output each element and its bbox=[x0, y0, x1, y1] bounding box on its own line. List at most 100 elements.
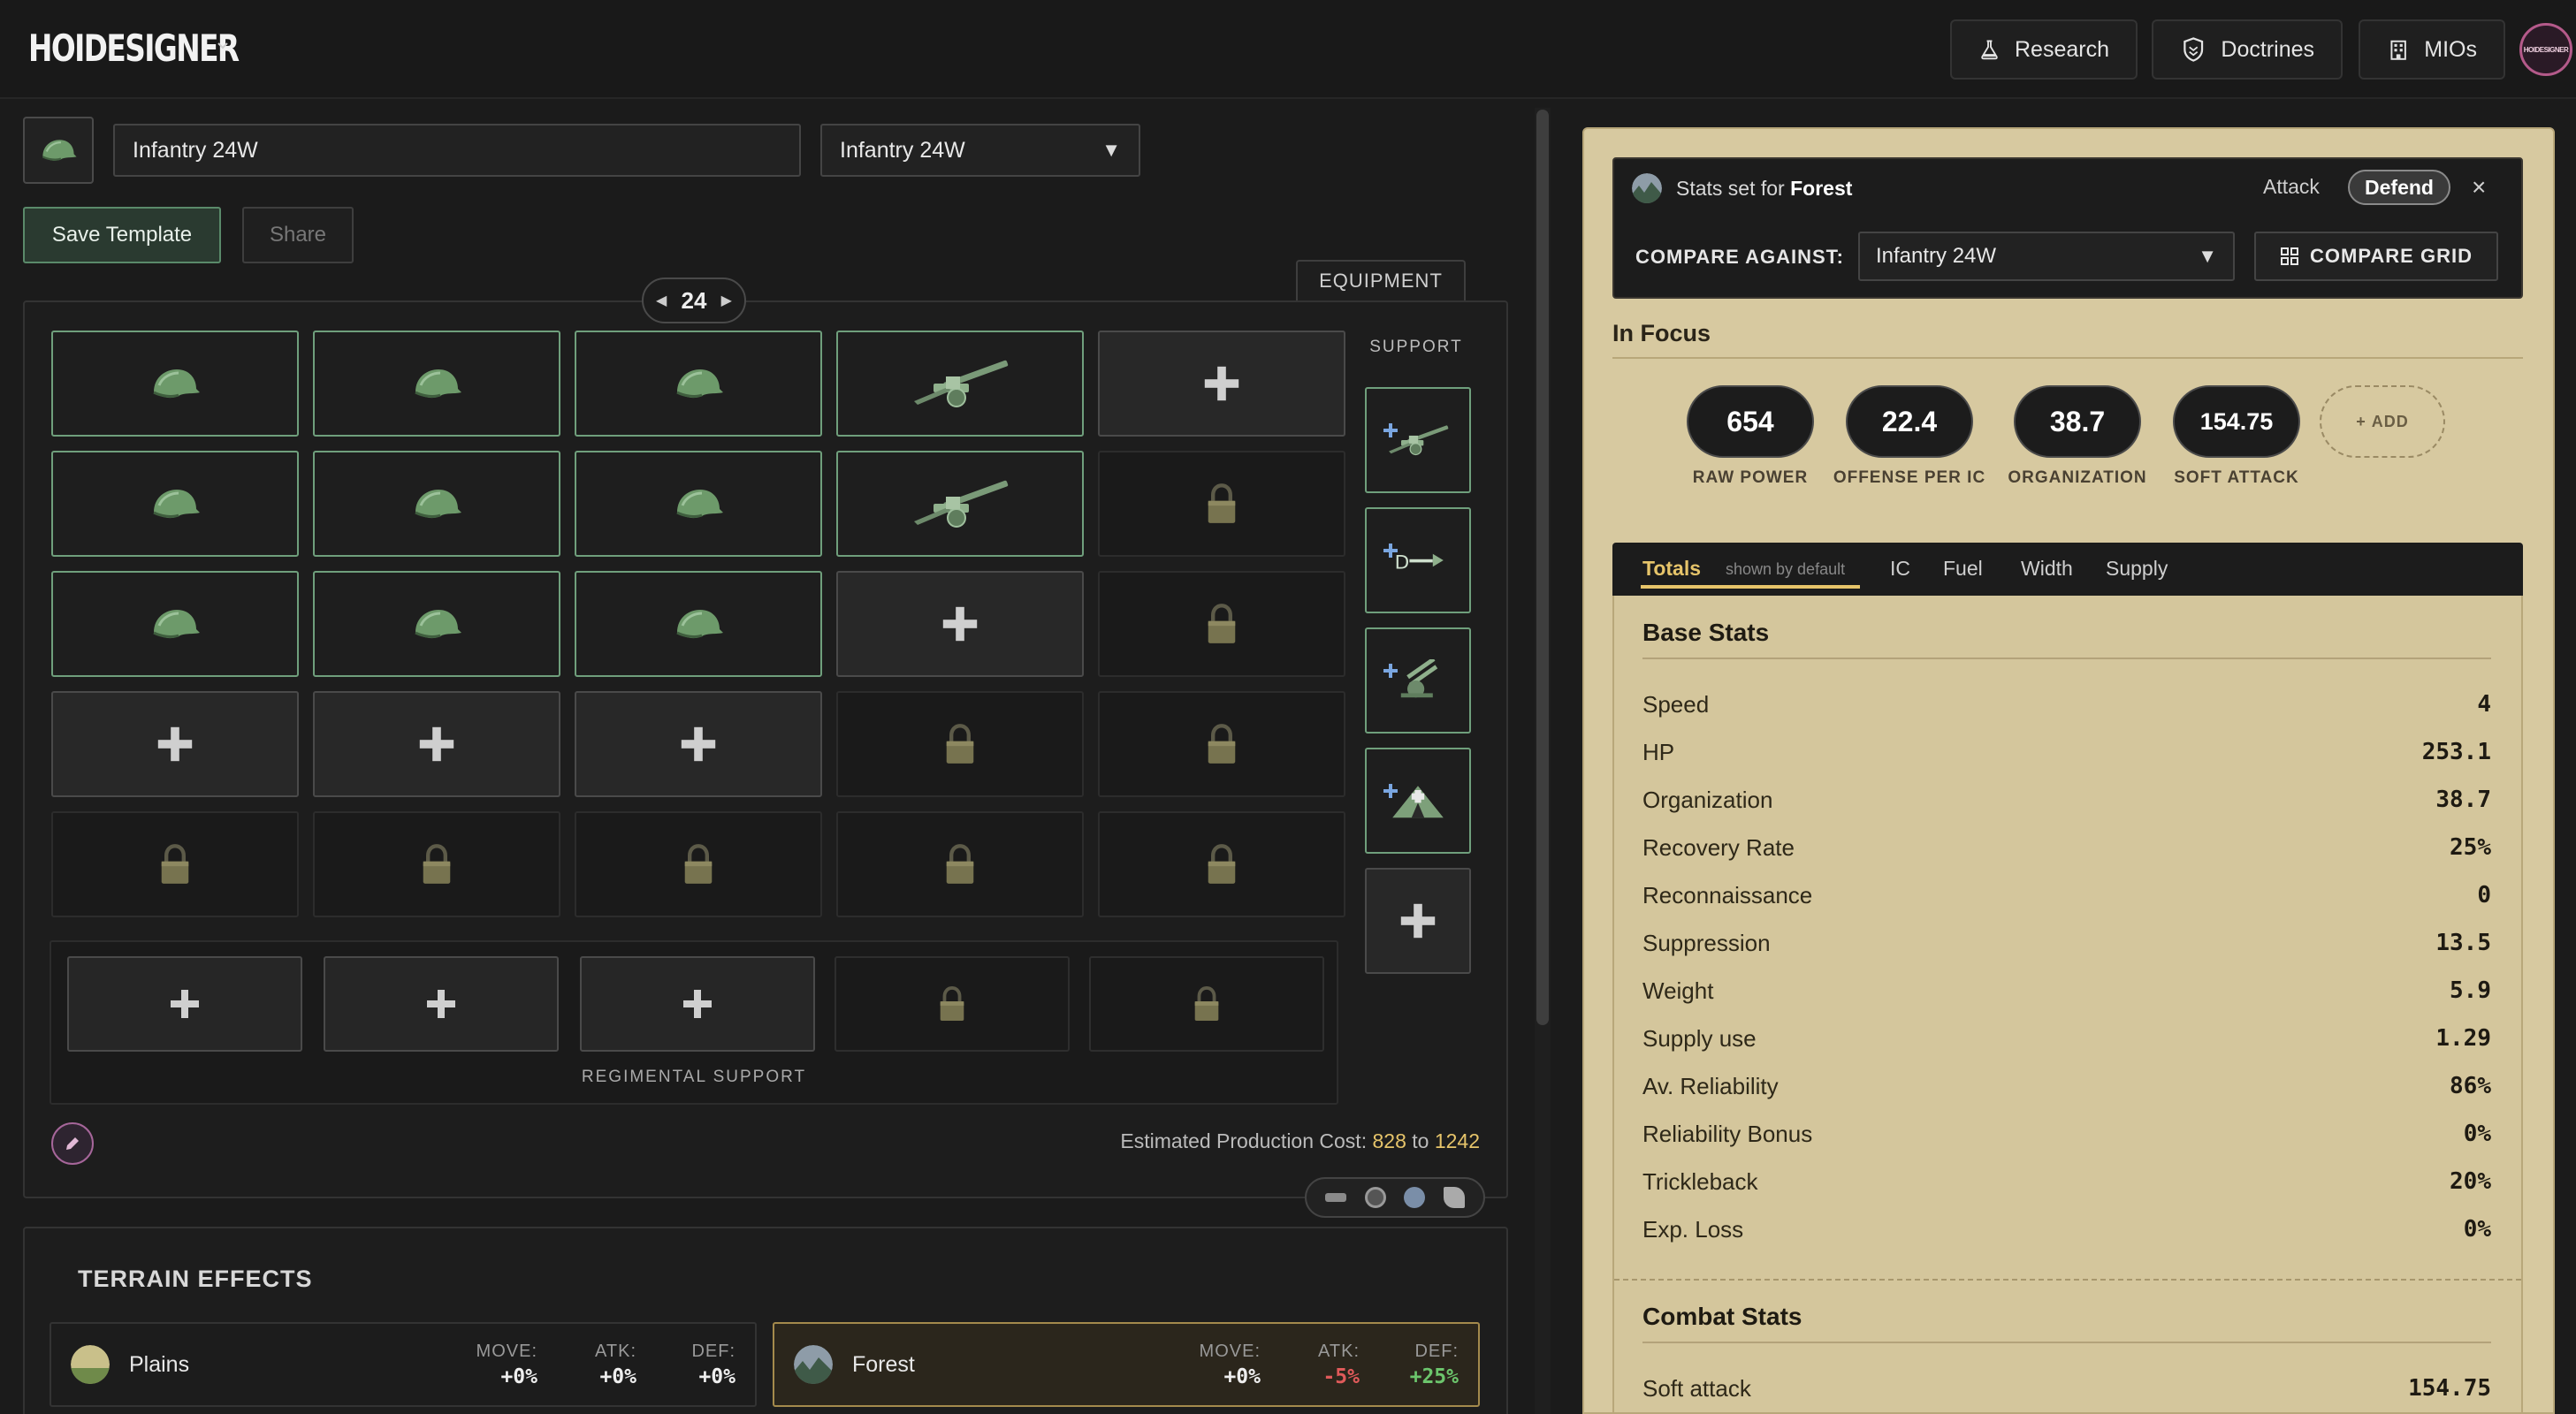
support-slot-support-anti-air[interactable] bbox=[1365, 627, 1471, 734]
chevron-right-icon[interactable]: ▶ bbox=[721, 292, 732, 309]
compare-grid-button[interactable]: COMPARE GRID bbox=[2254, 232, 2498, 281]
battalion-slot-locked bbox=[836, 811, 1084, 917]
helmet-icon bbox=[410, 366, 463, 401]
stats-set-for: Stats set for Forest bbox=[1676, 177, 1852, 201]
plane-icon[interactable] bbox=[1324, 1193, 1346, 1202]
stat-value: 4 bbox=[2477, 691, 2491, 718]
focus-label-organization: ORGANIZATION bbox=[2008, 468, 2147, 487]
lock-icon bbox=[1202, 603, 1241, 645]
ship-icon[interactable] bbox=[1404, 1187, 1426, 1208]
edit-button[interactable] bbox=[51, 1122, 94, 1165]
terrain-defense: DEF: +0% bbox=[636, 1342, 735, 1388]
focus-pill-soft-attack[interactable]: 154.75 bbox=[2173, 385, 2300, 458]
close-icon[interactable]: × bbox=[2472, 173, 2486, 201]
battalion-slot-infantry[interactable] bbox=[313, 571, 560, 677]
terrain-card-plains[interactable]: Plains MOVE: +0% ATK: +0% DEF: +0% bbox=[50, 1322, 757, 1407]
terrain-card-forest[interactable]: Forest MOVE: +0% ATK: -5% DEF: +25% bbox=[773, 1322, 1480, 1407]
regimental-slot-empty[interactable] bbox=[580, 956, 815, 1052]
regimental-slot-empty[interactable] bbox=[324, 956, 559, 1052]
stat-row: Exp. Loss 0% bbox=[1642, 1216, 2491, 1243]
battalion-slot-artillery[interactable] bbox=[836, 331, 1084, 437]
support-slot-support-artillery[interactable] bbox=[1365, 387, 1471, 493]
tab-equipment[interactable]: EQUIPMENT bbox=[1296, 260, 1466, 300]
battalion-slot-empty[interactable] bbox=[836, 571, 1084, 677]
doctrines-button[interactable]: Doctrines bbox=[2152, 19, 2343, 80]
battalion-slot-infantry[interactable] bbox=[313, 451, 560, 557]
stat-label: Trickleback bbox=[1642, 1168, 1758, 1195]
stat-label: Supply use bbox=[1642, 1025, 1757, 1052]
battalion-slot-infantry[interactable] bbox=[51, 571, 299, 677]
focus-pill-raw-power[interactable]: 654 bbox=[1687, 385, 1814, 458]
mios-button[interactable]: MIOs bbox=[2359, 19, 2505, 80]
battalion-slot-locked bbox=[1098, 691, 1345, 797]
stat-label: Reconnaissance bbox=[1642, 882, 1813, 908]
save-template-button[interactable]: Save Template bbox=[23, 207, 221, 263]
tab-totals[interactable]: Totals bbox=[1642, 557, 1701, 581]
battalion-slot-empty[interactable] bbox=[51, 691, 299, 797]
regimental-support-label: REGIMENTAL SUPPORT bbox=[581, 1068, 807, 1086]
attack-toggle[interactable]: Attack bbox=[2263, 175, 2320, 199]
plus-icon bbox=[423, 986, 459, 1022]
battalion-slot-infantry[interactable] bbox=[51, 331, 299, 437]
lock-icon bbox=[1202, 723, 1241, 765]
wing-icon[interactable] bbox=[1444, 1187, 1466, 1208]
battalion-slot-infantry[interactable] bbox=[313, 331, 560, 437]
focus-pill-organization[interactable]: 38.7 bbox=[2014, 385, 2141, 458]
battalion-slot-artillery[interactable] bbox=[836, 451, 1084, 557]
add-focus-button[interactable]: + ADD bbox=[2320, 385, 2445, 458]
battalion-slot-empty[interactable] bbox=[313, 691, 560, 797]
helmet-icon bbox=[410, 486, 463, 521]
battalion-slot-empty[interactable] bbox=[575, 691, 822, 797]
regimental-slot-locked bbox=[835, 956, 1070, 1052]
chevron-down-icon[interactable] bbox=[216, 39, 230, 53]
add-focus-label: ADD bbox=[2371, 412, 2409, 430]
lock-icon bbox=[941, 723, 979, 765]
combat-stats-divider bbox=[1642, 1342, 2491, 1343]
defend-toggle[interactable]: Defend bbox=[2348, 170, 2450, 205]
battalion-slot-infantry[interactable] bbox=[575, 451, 822, 557]
template-icon-button[interactable] bbox=[23, 117, 94, 184]
battalion-slot-infantry[interactable] bbox=[51, 451, 299, 557]
regimental-slot-locked bbox=[1089, 956, 1324, 1052]
focus-pill-offense-per-ic[interactable]: 22.4 bbox=[1846, 385, 1973, 458]
support-slot-support-engineer[interactable] bbox=[1365, 507, 1471, 613]
avatar-label: HOIDESIGNER bbox=[2523, 45, 2569, 54]
left-scrollbar-thumb[interactable] bbox=[1536, 110, 1549, 1025]
share-button[interactable]: Share bbox=[242, 207, 354, 263]
compare-against-select[interactable]: Infantry 24W ▼ bbox=[1858, 232, 2235, 281]
tab-ic[interactable]: IC bbox=[1890, 557, 1910, 581]
battalion-slot-infantry[interactable] bbox=[575, 571, 822, 677]
base-stats-title: Base Stats bbox=[1642, 619, 1770, 646]
terrain-attack-label: ATK: bbox=[595, 1341, 636, 1361]
focus-label-soft-attack: SOFT ATTACK bbox=[2174, 468, 2299, 487]
chevron-left-icon[interactable]: ◀ bbox=[656, 292, 667, 309]
stat-label: Weight bbox=[1642, 977, 1714, 1004]
helmet-icon bbox=[672, 606, 725, 642]
stat-row: Reliability Bonus 0% bbox=[1642, 1121, 2491, 1148]
equipment-icon-tray[interactable] bbox=[1305, 1177, 1485, 1218]
tab-supply[interactable]: Supply bbox=[2106, 557, 2168, 581]
caret-down-icon: ▼ bbox=[1101, 139, 1121, 161]
battalion-slot-empty[interactable] bbox=[1098, 331, 1345, 437]
tab-width[interactable]: Width bbox=[2021, 557, 2073, 581]
combat-width-stepper[interactable]: ◀ 24 ▶ bbox=[642, 277, 746, 323]
app-logo[interactable]: HOIDESIGNER bbox=[28, 27, 240, 72]
template-name-input[interactable] bbox=[113, 124, 801, 177]
lock-icon bbox=[1202, 843, 1241, 886]
support-slot-empty[interactable] bbox=[1365, 868, 1471, 974]
in-focus-title: In Focus bbox=[1612, 320, 2523, 359]
battalion-slot-infantry[interactable] bbox=[575, 331, 822, 437]
production-cost-label: Estimated Production Cost: bbox=[1120, 1129, 1368, 1152]
regimental-slot-empty[interactable] bbox=[67, 956, 302, 1052]
avatar[interactable]: HOIDESIGNER bbox=[2519, 23, 2572, 76]
research-button[interactable]: Research bbox=[1950, 19, 2138, 80]
lock-icon bbox=[1190, 985, 1223, 1022]
artillery-icon bbox=[907, 357, 1013, 410]
terrain-defense-value: +25% bbox=[1409, 1365, 1459, 1388]
template-select[interactable]: Infantry 24W ▼ bbox=[820, 124, 1140, 177]
battalion-slot-locked bbox=[1098, 811, 1345, 917]
helmet-icon bbox=[149, 366, 202, 401]
wheel-icon[interactable] bbox=[1364, 1187, 1386, 1208]
tab-fuel[interactable]: Fuel bbox=[1943, 557, 1983, 581]
support-slot-support-field-hospital[interactable] bbox=[1365, 748, 1471, 854]
